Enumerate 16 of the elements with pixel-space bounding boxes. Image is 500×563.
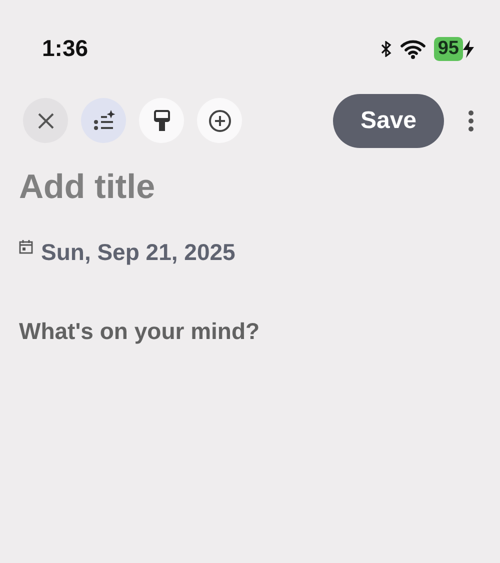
bluetooth-icon [380, 40, 392, 56]
add-button[interactable] [197, 98, 242, 143]
sparkle-list-icon [92, 108, 116, 132]
battery-level: 95 [434, 36, 463, 60]
title-field[interactable]: Add title [19, 162, 479, 213]
wifi-icon [400, 38, 426, 58]
save-button[interactable]: Save [333, 94, 444, 148]
add-icon [208, 108, 232, 132]
note-body-field[interactable]: What's on your mind? [19, 314, 479, 348]
ai-list-button[interactable] [81, 98, 126, 143]
date-text[interactable]: Sun, Sep 21, 2025 [41, 235, 236, 270]
more-icon[interactable] [468, 110, 474, 132]
format-button[interactable] [139, 98, 184, 143]
status-time: 1:36 [42, 34, 88, 64]
calendar-icon [19, 239, 33, 255]
close-button[interactable] [23, 98, 68, 143]
